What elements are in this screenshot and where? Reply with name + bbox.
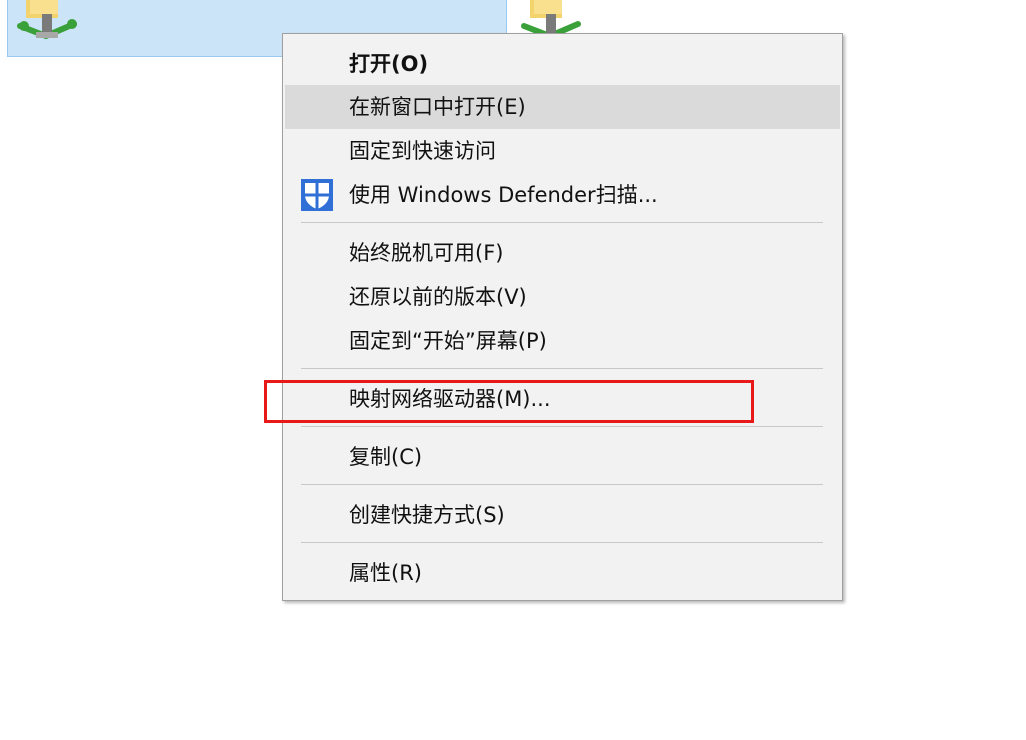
menu-item-copy[interactable]: 复制(C)	[285, 435, 840, 479]
menu-item-label: 复制(C)	[349, 445, 423, 469]
desktop: 打开(O) 在新窗口中打开(E) 固定到快速访问 使用 Windows Defe…	[0, 0, 1026, 740]
menu-separator	[301, 484, 823, 485]
menu-item-label: 固定到快速访问	[349, 139, 496, 163]
menu-item-open-in-new-window[interactable]: 在新窗口中打开(E)	[285, 85, 840, 129]
menu-item-label: 固定到“开始”屏幕(P)	[349, 329, 547, 353]
menu-item-create-shortcut[interactable]: 创建快捷方式(S)	[285, 493, 840, 537]
menu-item-always-available-offline[interactable]: 始终脱机可用(F)	[285, 231, 840, 275]
menu-separator	[301, 368, 823, 369]
menu-separator	[301, 542, 823, 543]
menu-separator	[301, 426, 823, 427]
menu-item-pin-to-quick-access[interactable]: 固定到快速访问	[285, 129, 840, 173]
windows-defender-shield-icon	[301, 179, 333, 211]
menu-item-label: 始终脱机可用(F)	[349, 241, 504, 265]
annotation-highlight-box	[264, 380, 754, 423]
menu-item-label: 使用 Windows Defender扫描...	[349, 183, 658, 207]
menu-item-label: 打开(O)	[349, 52, 429, 76]
menu-item-pin-to-start[interactable]: 固定到“开始”屏幕(P)	[285, 319, 840, 363]
menu-item-scan-with-defender[interactable]: 使用 Windows Defender扫描...	[285, 173, 840, 217]
network-folder-icon[interactable]	[16, 0, 82, 48]
menu-separator	[301, 222, 823, 223]
menu-item-label: 创建快捷方式(S)	[349, 503, 505, 527]
menu-item-open[interactable]: 打开(O)	[285, 42, 840, 86]
menu-item-label: 还原以前的版本(V)	[349, 285, 527, 309]
menu-item-restore-previous-versions[interactable]: 还原以前的版本(V)	[285, 275, 840, 319]
menu-item-properties[interactable]: 属性(R)	[285, 551, 840, 595]
context-menu: 打开(O) 在新窗口中打开(E) 固定到快速访问 使用 Windows Defe…	[282, 33, 843, 601]
menu-item-label: 属性(R)	[349, 561, 422, 585]
menu-item-label: 在新窗口中打开(E)	[349, 95, 526, 119]
